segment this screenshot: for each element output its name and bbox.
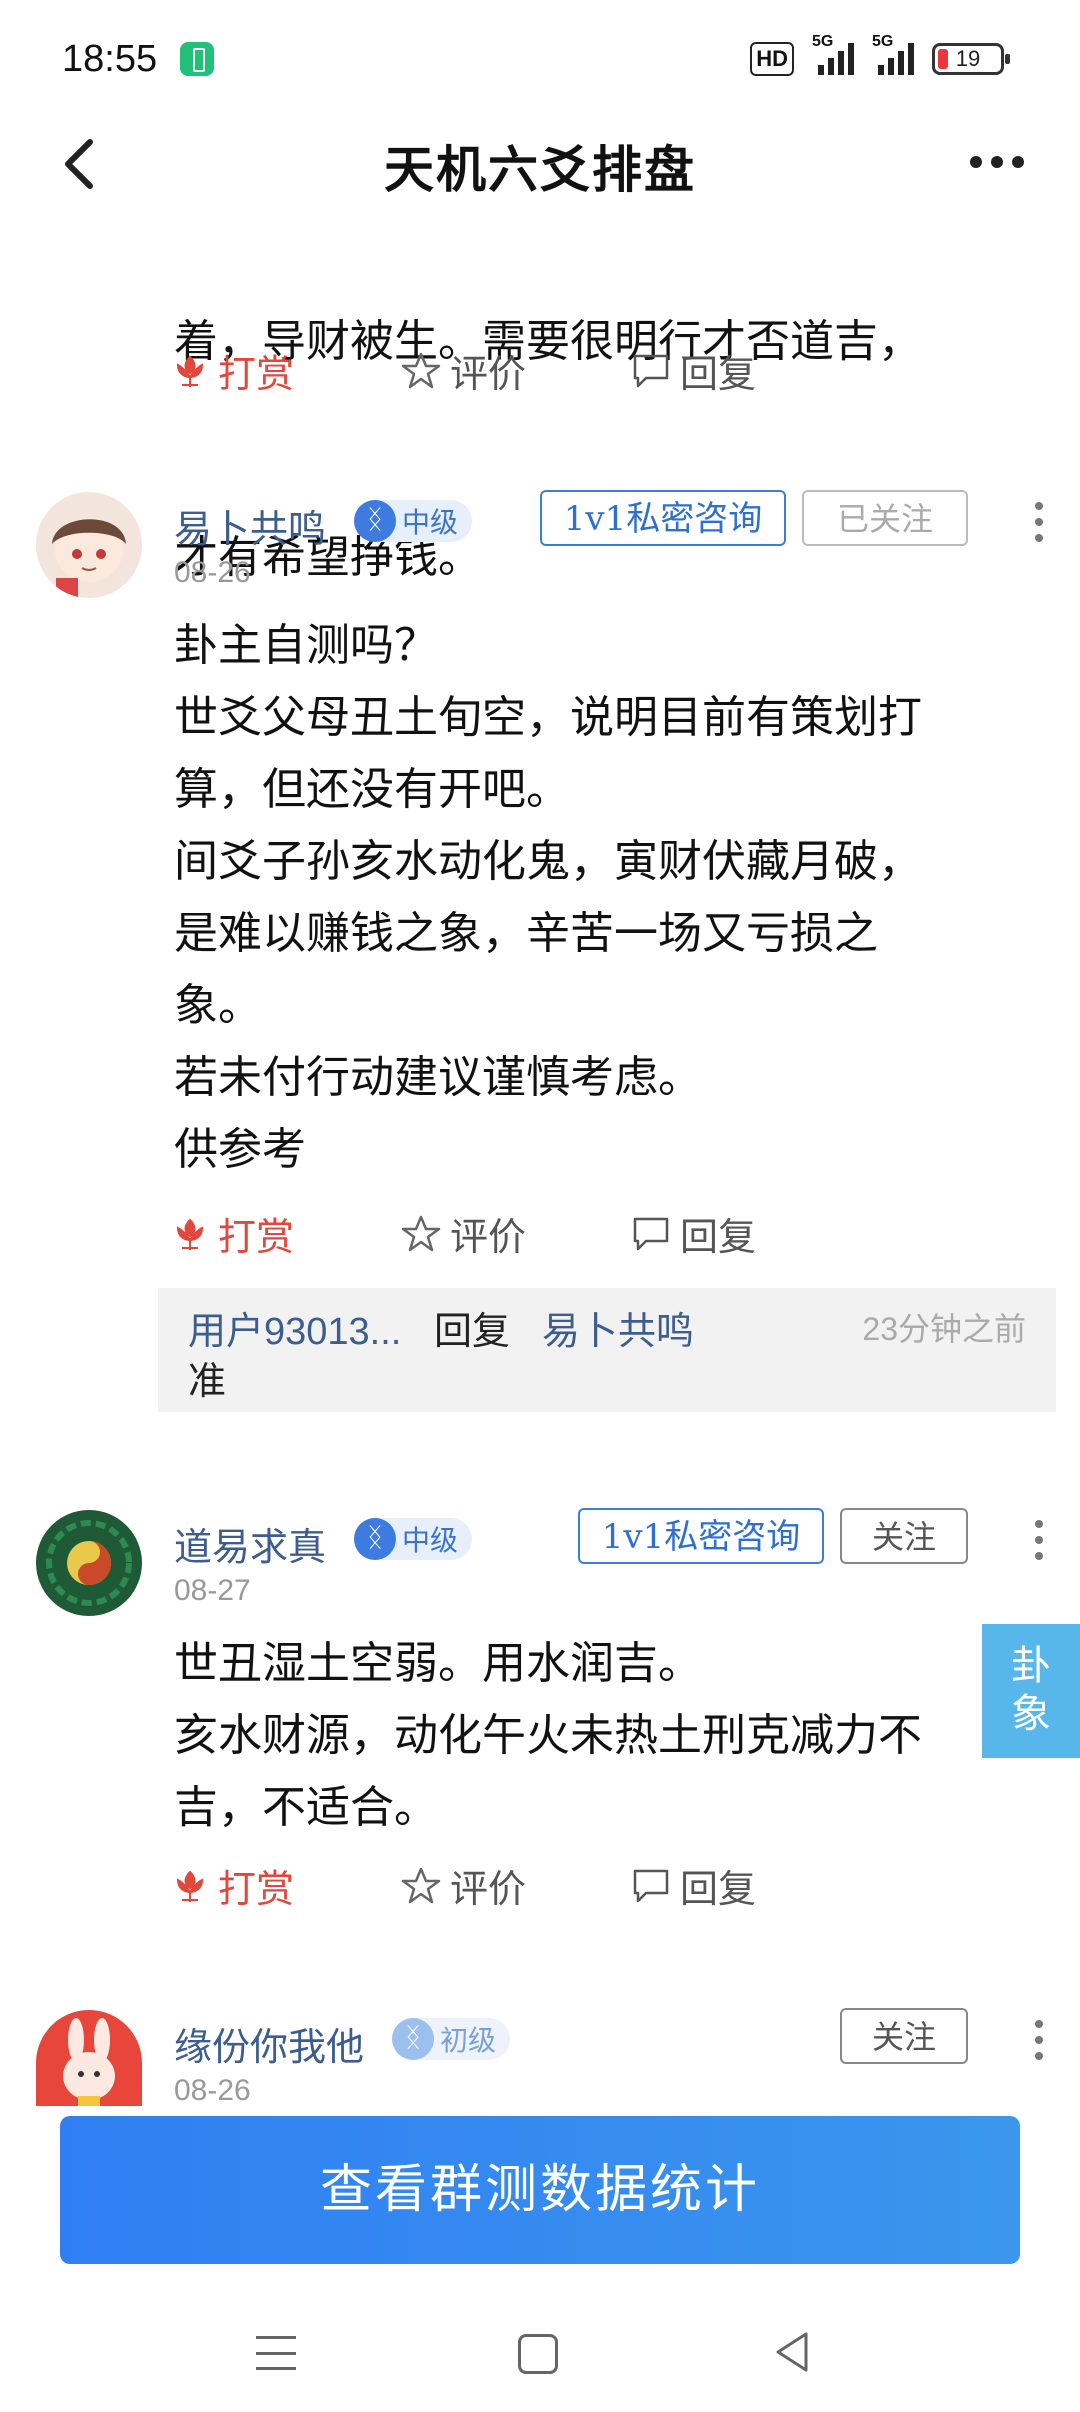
reward-button[interactable]: 打赏 <box>170 343 294 398</box>
back-triangle-icon[interactable] <box>772 2330 812 2374</box>
comment-username[interactable]: 易卜共鸣 <box>174 498 326 553</box>
reply-thread[interactable]: 用户93013... 回复 易卜共鸣 23分钟之前 准 <box>158 1288 1056 1412</box>
reply-button[interactable]: 回复 <box>630 1858 756 1913</box>
reward-label: 打赏 <box>218 352 295 396</box>
reply-label: 回复 <box>680 352 757 396</box>
rate-button[interactable]: 评价 <box>400 343 526 398</box>
reply-button[interactable]: 回复 <box>630 343 756 398</box>
reward-label: 打赏 <box>218 1867 295 1911</box>
hd-icon: HD <box>750 42 794 76</box>
comment-feed[interactable]: 着，导财被生。需要很明行才否道吉， 才有希望挣钱。 打赏 评价 回复 易卜共鸣 … <box>0 210 1080 2110</box>
level-icon <box>354 500 396 542</box>
signal-icon-1: 5G <box>812 33 854 75</box>
battery-icon: 19 <box>932 43 1010 75</box>
float-tab-label-1: 卦 <box>1011 1643 1051 1689</box>
more-button[interactable] <box>962 142 1032 182</box>
consult-button[interactable]: 1v1私密咨询 <box>540 490 786 546</box>
avatar[interactable] <box>36 492 142 598</box>
reward-button[interactable]: 打赏 <box>170 1206 294 1261</box>
reply-time: 23分钟之前 <box>862 1311 1026 1347</box>
level-badge: 中级 <box>354 1518 473 1560</box>
flower-icon <box>176 1218 204 1250</box>
signal-label-2: 5G <box>872 33 894 50</box>
star-icon <box>401 352 441 388</box>
kebab-menu-icon[interactable] <box>1034 1520 1044 1560</box>
status-bar: 18:55 HD 5G 5G 19 <box>0 0 1080 120</box>
level-icon <box>392 2018 434 2060</box>
reply-label: 回复 <box>680 1867 757 1911</box>
rate-button[interactable]: 评价 <box>400 1206 526 1261</box>
star-icon <box>401 1867 441 1903</box>
follow-button[interactable]: 关注 <box>840 2008 968 2064</box>
prev-comment-line-partial: 着，导财被生。需要很明行才否道吉， <box>174 316 922 367</box>
avatar-image <box>36 492 142 598</box>
follow-button[interactable]: 关注 <box>840 1508 968 1564</box>
reply-to-user[interactable]: 易卜共鸣 <box>542 1300 694 1355</box>
page-title: 天机六爻排盘 <box>384 140 696 199</box>
avatar[interactable] <box>36 1510 142 1616</box>
kebab-menu-icon[interactable] <box>1034 502 1044 542</box>
flower-icon <box>176 355 204 387</box>
comment-date: 08-27 <box>174 1574 251 1607</box>
view-group-stats-button[interactable]: 查看群测数据统计 <box>60 2116 1020 2264</box>
follow-button[interactable]: 已关注 <box>802 490 968 546</box>
recent-apps-icon[interactable] <box>256 2336 296 2370</box>
comment-body: 卦主自测吗？ 世爻父母丑土旬空，说明目前有策划打 算，但还没有开吧。 间爻子孙亥… <box>174 620 922 1175</box>
avatar[interactable] <box>36 2010 142 2106</box>
comment-body: 世丑湿土空弱。用水润吉。 亥水财源，动化午火未热土刑克减力不 吉，不适合。 <box>174 1638 922 1833</box>
reply-verb: 回复 <box>434 1309 511 1353</box>
level-label: 中级 <box>402 1525 459 1556</box>
float-tab-label-2: 象 <box>1011 1691 1051 1737</box>
comment-icon <box>633 354 669 387</box>
battery-saver-icon <box>180 42 214 76</box>
rate-label: 评价 <box>450 1867 527 1911</box>
more-horizontal-icon <box>970 156 1024 168</box>
level-label: 初级 <box>440 2025 497 2056</box>
title-bar: 天机六爻排盘 <box>0 120 1080 210</box>
reply-label: 回复 <box>680 1215 757 1259</box>
level-badge: 中级 <box>354 500 473 542</box>
avatar-image <box>36 1510 142 1616</box>
rate-label: 评价 <box>450 1215 527 1259</box>
avatar-image <box>36 2010 142 2106</box>
reward-button[interactable]: 打赏 <box>170 1858 294 1913</box>
home-icon[interactable] <box>518 2334 558 2374</box>
gua-xiang-floating-tab[interactable]: 卦 象 <box>982 1624 1080 1758</box>
reply-text: 准 <box>188 1359 227 1403</box>
star-icon <box>401 1215 441 1251</box>
reward-label: 打赏 <box>218 1215 295 1259</box>
status-time: 18:55 <box>62 38 158 80</box>
comment-username[interactable]: 道易求真 <box>174 1516 326 1571</box>
signal-icon-2: 5G <box>872 33 914 75</box>
comment-icon <box>633 1869 669 1902</box>
comment-date: 08-26 <box>174 2074 251 2107</box>
comment-icon <box>633 1217 669 1250</box>
rate-button[interactable]: 评价 <box>400 1858 526 1913</box>
consult-button[interactable]: 1v1私密咨询 <box>578 1508 824 1564</box>
comment-date: 08-26 <box>174 556 251 589</box>
system-nav-bar <box>0 2290 1080 2412</box>
reply-button[interactable]: 回复 <box>630 1206 756 1261</box>
signal-label-1: 5G <box>812 33 834 50</box>
comment-username[interactable]: 缘份你我他 <box>174 2016 364 2071</box>
kebab-menu-icon[interactable] <box>1034 2020 1044 2060</box>
reply-from-user[interactable]: 用户93013... <box>188 1300 401 1355</box>
level-badge: 初级 <box>392 2018 511 2060</box>
level-label: 中级 <box>402 507 459 538</box>
rate-label: 评价 <box>450 352 527 396</box>
flower-icon <box>176 1870 204 1902</box>
battery-level: 19 <box>955 46 981 71</box>
level-icon <box>354 1518 396 1560</box>
